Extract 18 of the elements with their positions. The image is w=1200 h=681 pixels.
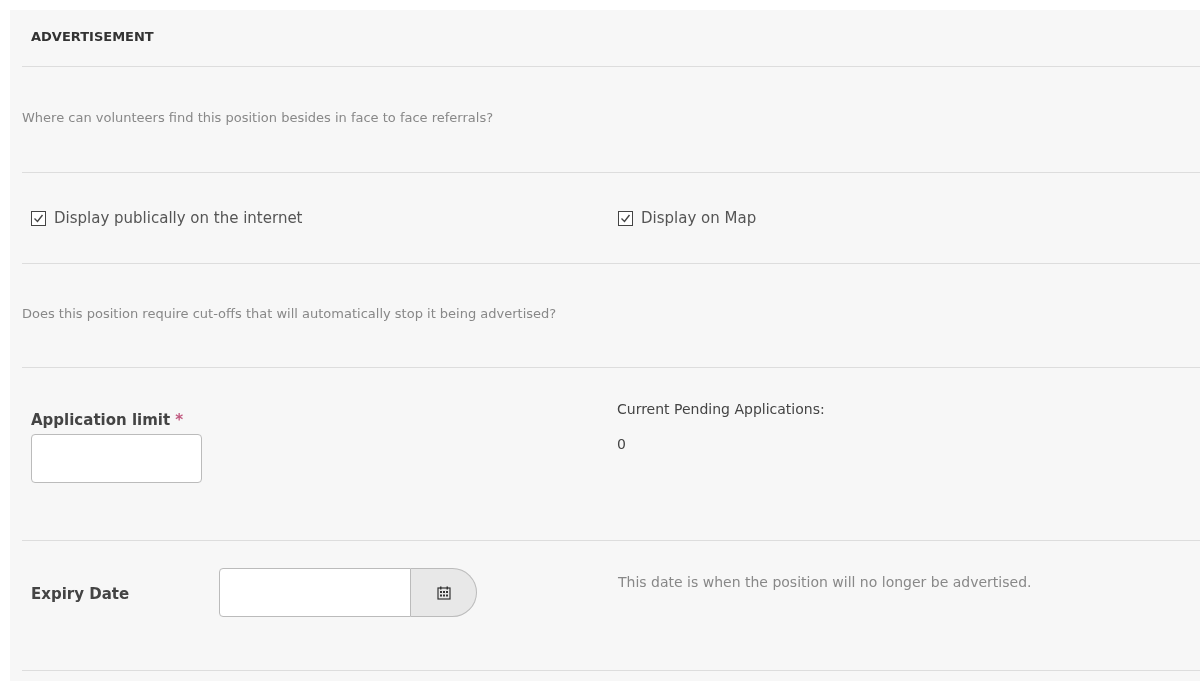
application-limit-input[interactable] — [31, 433, 202, 483]
help-text: This date is when the position will no longer be advertised. — [618, 573, 1033, 591]
checkbox[interactable] — [31, 210, 46, 226]
checkbox[interactable] — [618, 210, 633, 226]
pending-count: 0 — [617, 435, 627, 454]
field-label: Application limit * — [31, 410, 184, 431]
field-label: Expiry Date — [31, 585, 130, 603]
calendar-icon — [436, 585, 451, 600]
checkbox-option[interactable]: Display on Map — [618, 206, 757, 230]
checkbox-option[interactable]: Display publically on the internet — [31, 206, 618, 230]
checkbox-label: Display on Map — [641, 207, 757, 229]
question-text: Where can volunteers find this position besides in face to face referrals? — [22, 110, 494, 125]
question-text: Does this position require cut-offs that will automatically stop it being advertised? — [22, 306, 557, 321]
checkbox-label: Display publically on the internet — [54, 207, 303, 229]
date-input[interactable] — [219, 568, 411, 617]
section-title: ADVERTISEMENT — [31, 27, 154, 46]
calendar-button[interactable] — [411, 568, 477, 617]
pending-label: Current Pending Applications: — [617, 400, 825, 419]
